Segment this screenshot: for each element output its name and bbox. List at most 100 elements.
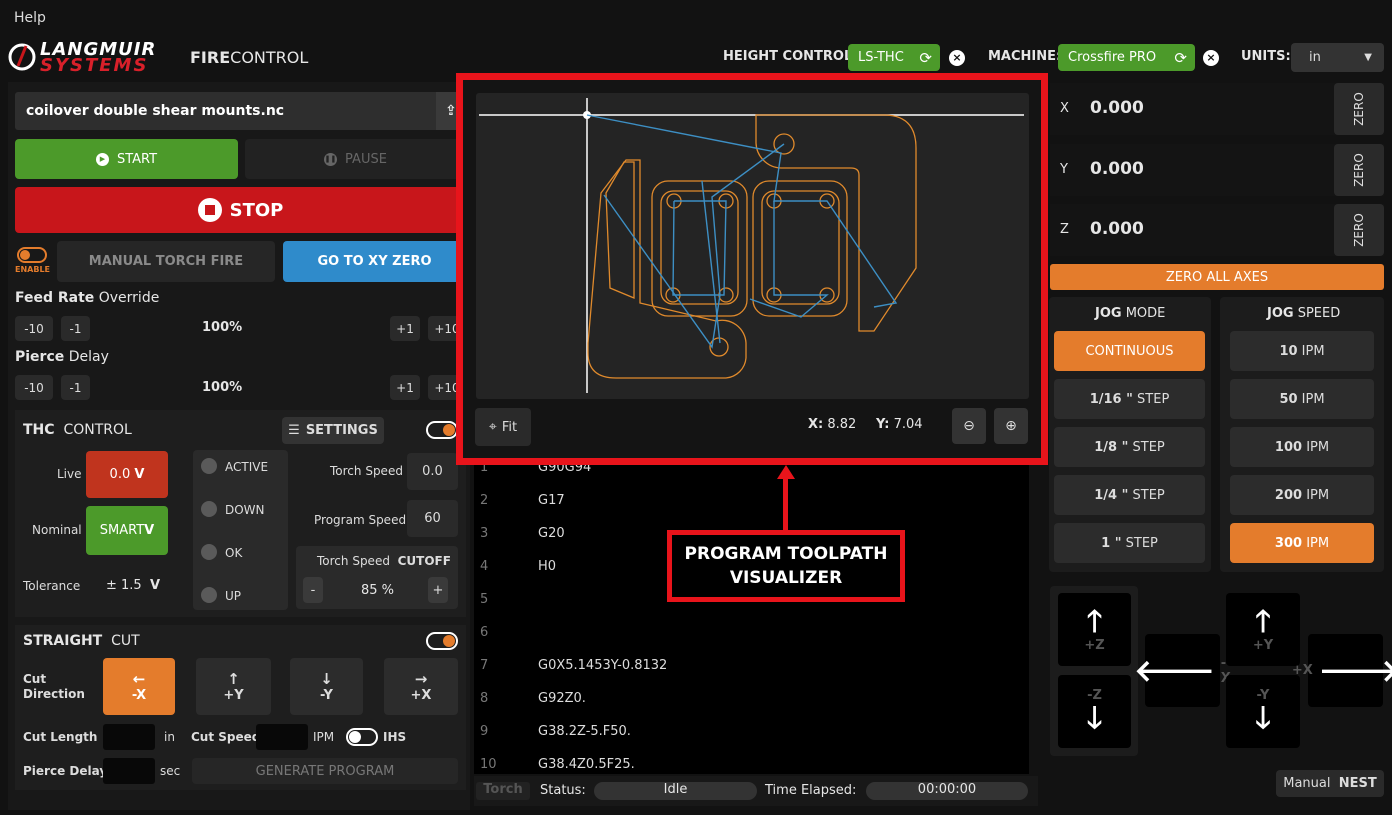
- cut-dir-plus-y-button[interactable]: ↑ +Y: [196, 658, 271, 715]
- help-menu[interactable]: Help: [14, 10, 46, 26]
- ihs-label: IHS: [383, 730, 407, 744]
- zoom-out-button[interactable]: ⊖: [952, 408, 986, 444]
- zero-z-button[interactable]: ZERO: [1334, 204, 1384, 256]
- up-label: UP: [225, 589, 242, 603]
- status-label: Status:: [540, 783, 586, 798]
- callout-label: PROGRAM TOOLPATH VISUALIZER: [667, 530, 905, 602]
- pause-button[interactable]: ❚❚ PAUSE: [245, 139, 466, 179]
- cut-dir-plus-x-button[interactable]: → +X: [384, 658, 458, 715]
- gcode-line[interactable]: 7 G0X5.1453Y-0.8132: [474, 650, 1029, 683]
- jog-plus-z-button[interactable]: 🡑 +Z: [1058, 593, 1131, 666]
- thc-status-panel: [193, 450, 288, 610]
- feed-rate-minus-1-button[interactable]: -1: [61, 316, 90, 341]
- fit-button[interactable]: ⌖ Fit: [475, 408, 531, 446]
- pierce-delay-input[interactable]: [103, 758, 155, 784]
- jog-mode-1-4-step[interactable]: 1/4 " STEP: [1054, 475, 1205, 515]
- zero-all-axes-button[interactable]: ZERO ALL AXES: [1050, 264, 1384, 290]
- logo-text-bottom: SYSTEMS: [40, 55, 149, 76]
- feed-rate-value: 100%: [202, 320, 243, 335]
- jog-mode-1-8-step[interactable]: 1/8 " STEP: [1054, 427, 1205, 467]
- jog-speed-10[interactable]: 10 IPM: [1230, 331, 1374, 371]
- status-value: Idle: [594, 782, 757, 800]
- zero-x-button[interactable]: ZERO: [1334, 83, 1384, 135]
- jog-speed-200[interactable]: 200 IPM: [1230, 475, 1374, 515]
- thc-title: THC CONTROL: [23, 422, 132, 438]
- cut-dir-minus-x-button[interactable]: ← -X: [103, 658, 175, 715]
- jog-plus-y-button[interactable]: 🡑 +Y: [1226, 593, 1300, 666]
- program-speed-value: 60: [407, 500, 458, 537]
- gcode-line[interactable]: 6: [474, 617, 1029, 650]
- refresh-icon[interactable]: ⟳: [919, 49, 932, 67]
- gcode-line[interactable]: 9 G38.2Z-5.F50.: [474, 716, 1029, 749]
- zoom-in-button[interactable]: ⊕: [994, 408, 1028, 444]
- pierce-delay-minus-10-button[interactable]: -10: [15, 375, 53, 400]
- cutoff-plus-button[interactable]: +: [428, 577, 448, 603]
- go-to-xy-zero-button[interactable]: GO TO XY ZERO: [283, 241, 466, 282]
- jog-mode-1-16-step[interactable]: 1/16 " STEP: [1054, 379, 1205, 419]
- jog-speed-title: JOG SPEED: [1267, 306, 1341, 321]
- manual-nest-toggle[interactable]: Manual NEST: [1276, 770, 1384, 797]
- callout-arrow-line: [783, 476, 788, 534]
- arrow-down-icon: 🡓: [1255, 701, 1271, 736]
- arrow-up-icon: 🡑: [1086, 604, 1103, 639]
- cut-length-input[interactable]: [103, 724, 155, 750]
- gcode-line[interactable]: 8 G92Z0.: [474, 683, 1029, 716]
- ok-label: OK: [225, 546, 243, 560]
- file-name-field[interactable]: coilover double shear mounts.nc ⇪: [15, 92, 466, 130]
- jog-speed-50[interactable]: 50 IPM: [1230, 379, 1374, 419]
- jog-minus-x-button[interactable]: 🡐-X: [1134, 634, 1231, 707]
- cutoff-minus-button[interactable]: -: [303, 577, 323, 603]
- torch-status-badge: Torch: [476, 782, 530, 800]
- enable-toggle[interactable]: ENABLE: [15, 247, 51, 277]
- feed-rate-label: Feed Rate Override: [15, 290, 160, 306]
- straight-pierce-delay-label: Pierce Delay: [23, 764, 108, 778]
- play-icon: ▶: [95, 152, 109, 166]
- stop-button[interactable]: STOP: [15, 187, 466, 233]
- units-label: UNITS:: [1241, 49, 1291, 64]
- jog-minus-y-button[interactable]: -Y 🡓: [1226, 675, 1300, 748]
- feed-rate-plus-1-button[interactable]: +1: [390, 316, 420, 341]
- cut-speed-input[interactable]: [256, 724, 308, 750]
- cursor-y-readout: Y: 7.04: [876, 417, 923, 432]
- thc-settings-button[interactable]: ☰ SETTINGS: [282, 417, 384, 444]
- machine-close-icon[interactable]: ×: [1203, 50, 1219, 66]
- nominal-voltage-button[interactable]: SMART V: [86, 506, 168, 555]
- cut-length-label: Cut Length: [23, 730, 98, 744]
- refresh-icon[interactable]: ⟳: [1174, 49, 1187, 67]
- generate-program-button[interactable]: GENERATE PROGRAM: [192, 758, 458, 784]
- arrow-left-icon: ←: [132, 670, 146, 688]
- feed-rate-minus-10-button[interactable]: -10: [15, 316, 53, 341]
- cut-speed-label: Cut Speed: [191, 730, 261, 744]
- height-control-close-icon[interactable]: ×: [949, 50, 965, 66]
- straight-cut-toggle[interactable]: [426, 632, 458, 650]
- chevron-down-icon: ▼: [1364, 52, 1372, 63]
- jog-minus-z-button[interactable]: -Z 🡓: [1058, 675, 1131, 748]
- pierce-delay-plus-1-button[interactable]: +1: [390, 375, 420, 400]
- jog-speed-100[interactable]: 100 IPM: [1230, 427, 1374, 467]
- toolpath-canvas[interactable]: [476, 93, 1029, 399]
- arrow-right-icon: →: [414, 670, 428, 688]
- manual-torch-fire-button[interactable]: MANUAL TORCH FIRE: [57, 241, 275, 282]
- arrow-down-icon: ↓: [320, 670, 333, 688]
- ihs-toggle[interactable]: [346, 728, 378, 746]
- cut-dir-minus-y-button[interactable]: ↓ -Y: [290, 658, 363, 715]
- sliders-icon: ☰: [288, 423, 300, 438]
- program-speed-label: Program Speed: [314, 513, 407, 527]
- zero-y-button[interactable]: ZERO: [1334, 144, 1384, 196]
- cut-length-unit: in: [164, 730, 175, 744]
- machine-selector[interactable]: Crossfire PRO ⟳: [1058, 44, 1195, 71]
- start-button[interactable]: ▶ START: [15, 139, 238, 179]
- zoom-in-icon: ⊕: [1005, 418, 1017, 434]
- jog-plus-x-button[interactable]: +X 🡒: [1292, 634, 1392, 707]
- jog-mode-1-step[interactable]: 1 " STEP: [1054, 523, 1205, 563]
- pierce-delay-minus-1-button[interactable]: -1: [61, 375, 90, 400]
- height-control-selector[interactable]: LS-THC ⟳: [848, 44, 940, 71]
- jog-mode-continuous[interactable]: CONTINUOUS: [1054, 331, 1205, 371]
- gcode-line[interactable]: 2 G17: [474, 485, 1029, 518]
- thc-toggle[interactable]: [426, 421, 458, 439]
- ok-indicator: [201, 544, 217, 560]
- units-select[interactable]: in ▼: [1291, 43, 1384, 72]
- arrow-up-icon: ↑: [227, 670, 240, 688]
- tolerance-value[interactable]: ± 1.5 V: [106, 578, 160, 593]
- jog-speed-300[interactable]: 300 IPM: [1230, 523, 1374, 563]
